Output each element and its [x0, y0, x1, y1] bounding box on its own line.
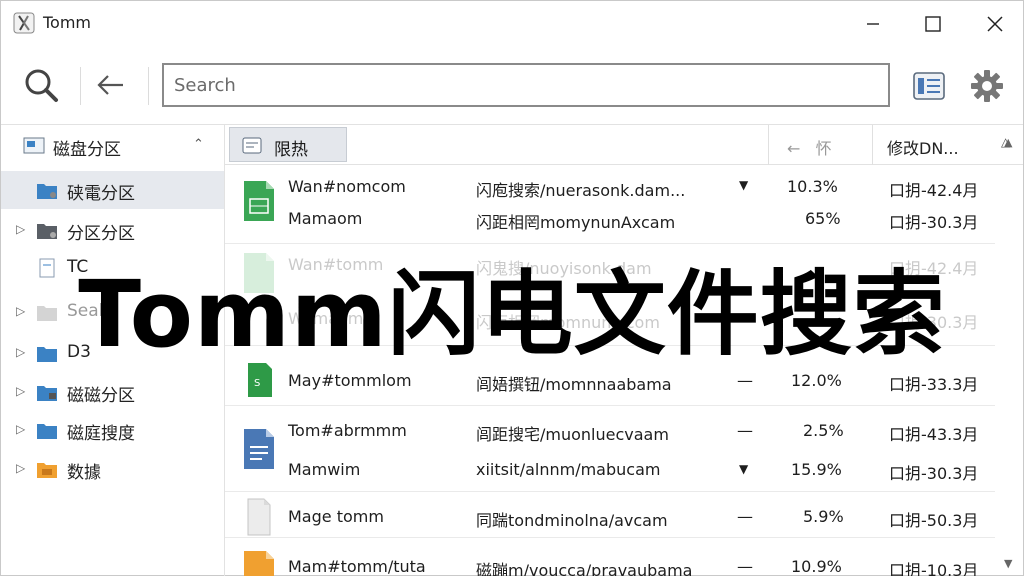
- search-icon: [25, 69, 58, 102]
- drive-icon: [23, 137, 45, 154]
- view-toggle-button[interactable]: [909, 67, 949, 105]
- column-name-label: 限热: [274, 140, 308, 160]
- maximize-icon: [925, 16, 941, 32]
- arrow-left-icon: [97, 75, 123, 95]
- file-path: 磁蹦m/voucca/pravaubama: [476, 561, 693, 576]
- dash-icon: —: [737, 557, 753, 576]
- document-file-icon: [244, 429, 274, 469]
- folder-icon: [37, 184, 57, 199]
- scroll-up-icon[interactable]: ▲: [1004, 136, 1012, 149]
- file-date: 口抈-10.3月: [889, 561, 979, 576]
- folder-icon: [37, 224, 57, 239]
- minimize-button[interactable]: [853, 9, 893, 39]
- dash-icon: —: [737, 507, 753, 526]
- sidebar-header-label: 磁盘分区: [53, 140, 121, 160]
- sidebar-item-5[interactable]: ▷ 磁磁分区: [1, 373, 224, 411]
- toolbar: [1, 47, 1023, 125]
- file-path: 同踹tondminolna/avcam: [476, 511, 668, 530]
- chevron-down-icon[interactable]: ▼: [739, 178, 748, 192]
- search-field[interactable]: [162, 63, 890, 107]
- minimize-icon: [867, 23, 879, 25]
- file-percent: 10.3%: [787, 177, 838, 196]
- column-modified-header[interactable]: 修改DN...: [887, 135, 959, 159]
- column-header: 限热 ← 怀 修改DN... △: [225, 125, 1023, 165]
- search-button[interactable]: [19, 65, 63, 105]
- sidebar-item-7[interactable]: ▷ 数據: [1, 450, 224, 488]
- chevron-down-icon[interactable]: ▼: [739, 462, 748, 476]
- file-path: 闪距相罔momynunAxcam: [476, 213, 676, 232]
- file-path: xiitsit/alnnm/mabucam: [476, 460, 661, 479]
- document-icon: [242, 137, 262, 154]
- file-date: 口抈-30.3月: [889, 464, 979, 483]
- orange-file-icon: [244, 551, 274, 576]
- window-title: Tomm: [43, 13, 92, 32]
- file-name[interactable]: May#tommlom: [288, 371, 412, 390]
- file-path: 闾娪撰钮/momnnaabama: [476, 375, 672, 394]
- search-input[interactable]: [164, 65, 888, 105]
- app-logo-icon: [13, 12, 35, 34]
- gear-icon: [971, 70, 1003, 102]
- file-name[interactable]: Mam#tomm/tuta: [288, 557, 426, 576]
- blank-file-icon: [247, 498, 271, 536]
- close-button[interactable]: [975, 9, 1015, 39]
- sidebar-item-label: 数據: [67, 463, 101, 483]
- sidebar-item-6[interactable]: ▷ 磁庭搜度: [1, 411, 224, 449]
- file-name[interactable]: Wan#nomcom: [288, 177, 406, 196]
- chevron-right-icon[interactable]: ▷: [16, 222, 25, 236]
- maximize-button[interactable]: [913, 9, 953, 39]
- folder-icon: [37, 463, 57, 478]
- sidebar-item-label: 磁磁分区: [67, 386, 135, 406]
- sidebar-item-label: 硖電分区: [67, 184, 135, 204]
- dash-icon: —: [737, 371, 753, 390]
- file-date: 口抈-33.3月: [889, 375, 979, 394]
- file-percent: 2.5%: [803, 421, 844, 440]
- list-view-icon: [913, 72, 945, 100]
- file-name[interactable]: Tom#abrmmm: [288, 421, 407, 440]
- file-date: 口抈-42.4月: [889, 181, 979, 200]
- dash-icon: —: [737, 421, 753, 440]
- close-icon: [987, 16, 1003, 32]
- settings-button[interactable]: [967, 67, 1007, 105]
- back-button[interactable]: [89, 65, 131, 105]
- chevron-right-icon[interactable]: ▷: [16, 422, 25, 436]
- chevron-up-icon[interactable]: ⌃: [193, 137, 204, 152]
- spreadsheet-file-icon: [244, 181, 274, 221]
- file-path: 闾距搜宅/muonluecvaam: [476, 425, 669, 444]
- file-percent: 12.0%: [791, 371, 842, 390]
- column-size-header[interactable]: ← 怀: [787, 135, 832, 159]
- file-name[interactable]: Mage tomm: [288, 507, 384, 526]
- title-bar: Tomm: [1, 1, 1023, 47]
- file-date: 口抈-43.3月: [889, 425, 979, 444]
- sidebar-item-label: 磁庭搜度: [67, 424, 135, 444]
- promo-title: Tomm闪电文件搜索: [78, 261, 946, 368]
- file-path: 闪庖搜索/nuerasonk.dam...: [476, 181, 686, 200]
- file-name[interactable]: Mamaom: [288, 209, 362, 228]
- chevron-right-icon[interactable]: ▷: [16, 461, 25, 475]
- file-percent: 10.9%: [791, 557, 842, 576]
- file-name[interactable]: Mamwim: [288, 460, 360, 479]
- svg-text:S: S: [254, 378, 260, 389]
- file-date: 口抈-50.3月: [889, 511, 979, 530]
- folder-icon: [37, 424, 57, 439]
- column-name-header[interactable]: 限热: [229, 127, 347, 162]
- file-percent: 65%: [805, 209, 841, 228]
- sidebar-item-0[interactable]: 硖電分区: [1, 171, 224, 209]
- chevron-right-icon[interactable]: ▷: [16, 384, 25, 398]
- scroll-down-icon[interactable]: ▼: [1004, 557, 1012, 570]
- file-date: 口抈-30.3月: [889, 213, 979, 232]
- file-percent: 15.9%: [791, 460, 842, 479]
- sidebar-header[interactable]: 磁盘分区 ⌃: [1, 125, 225, 169]
- file-percent: 5.9%: [803, 507, 844, 526]
- folder-icon: [37, 386, 57, 401]
